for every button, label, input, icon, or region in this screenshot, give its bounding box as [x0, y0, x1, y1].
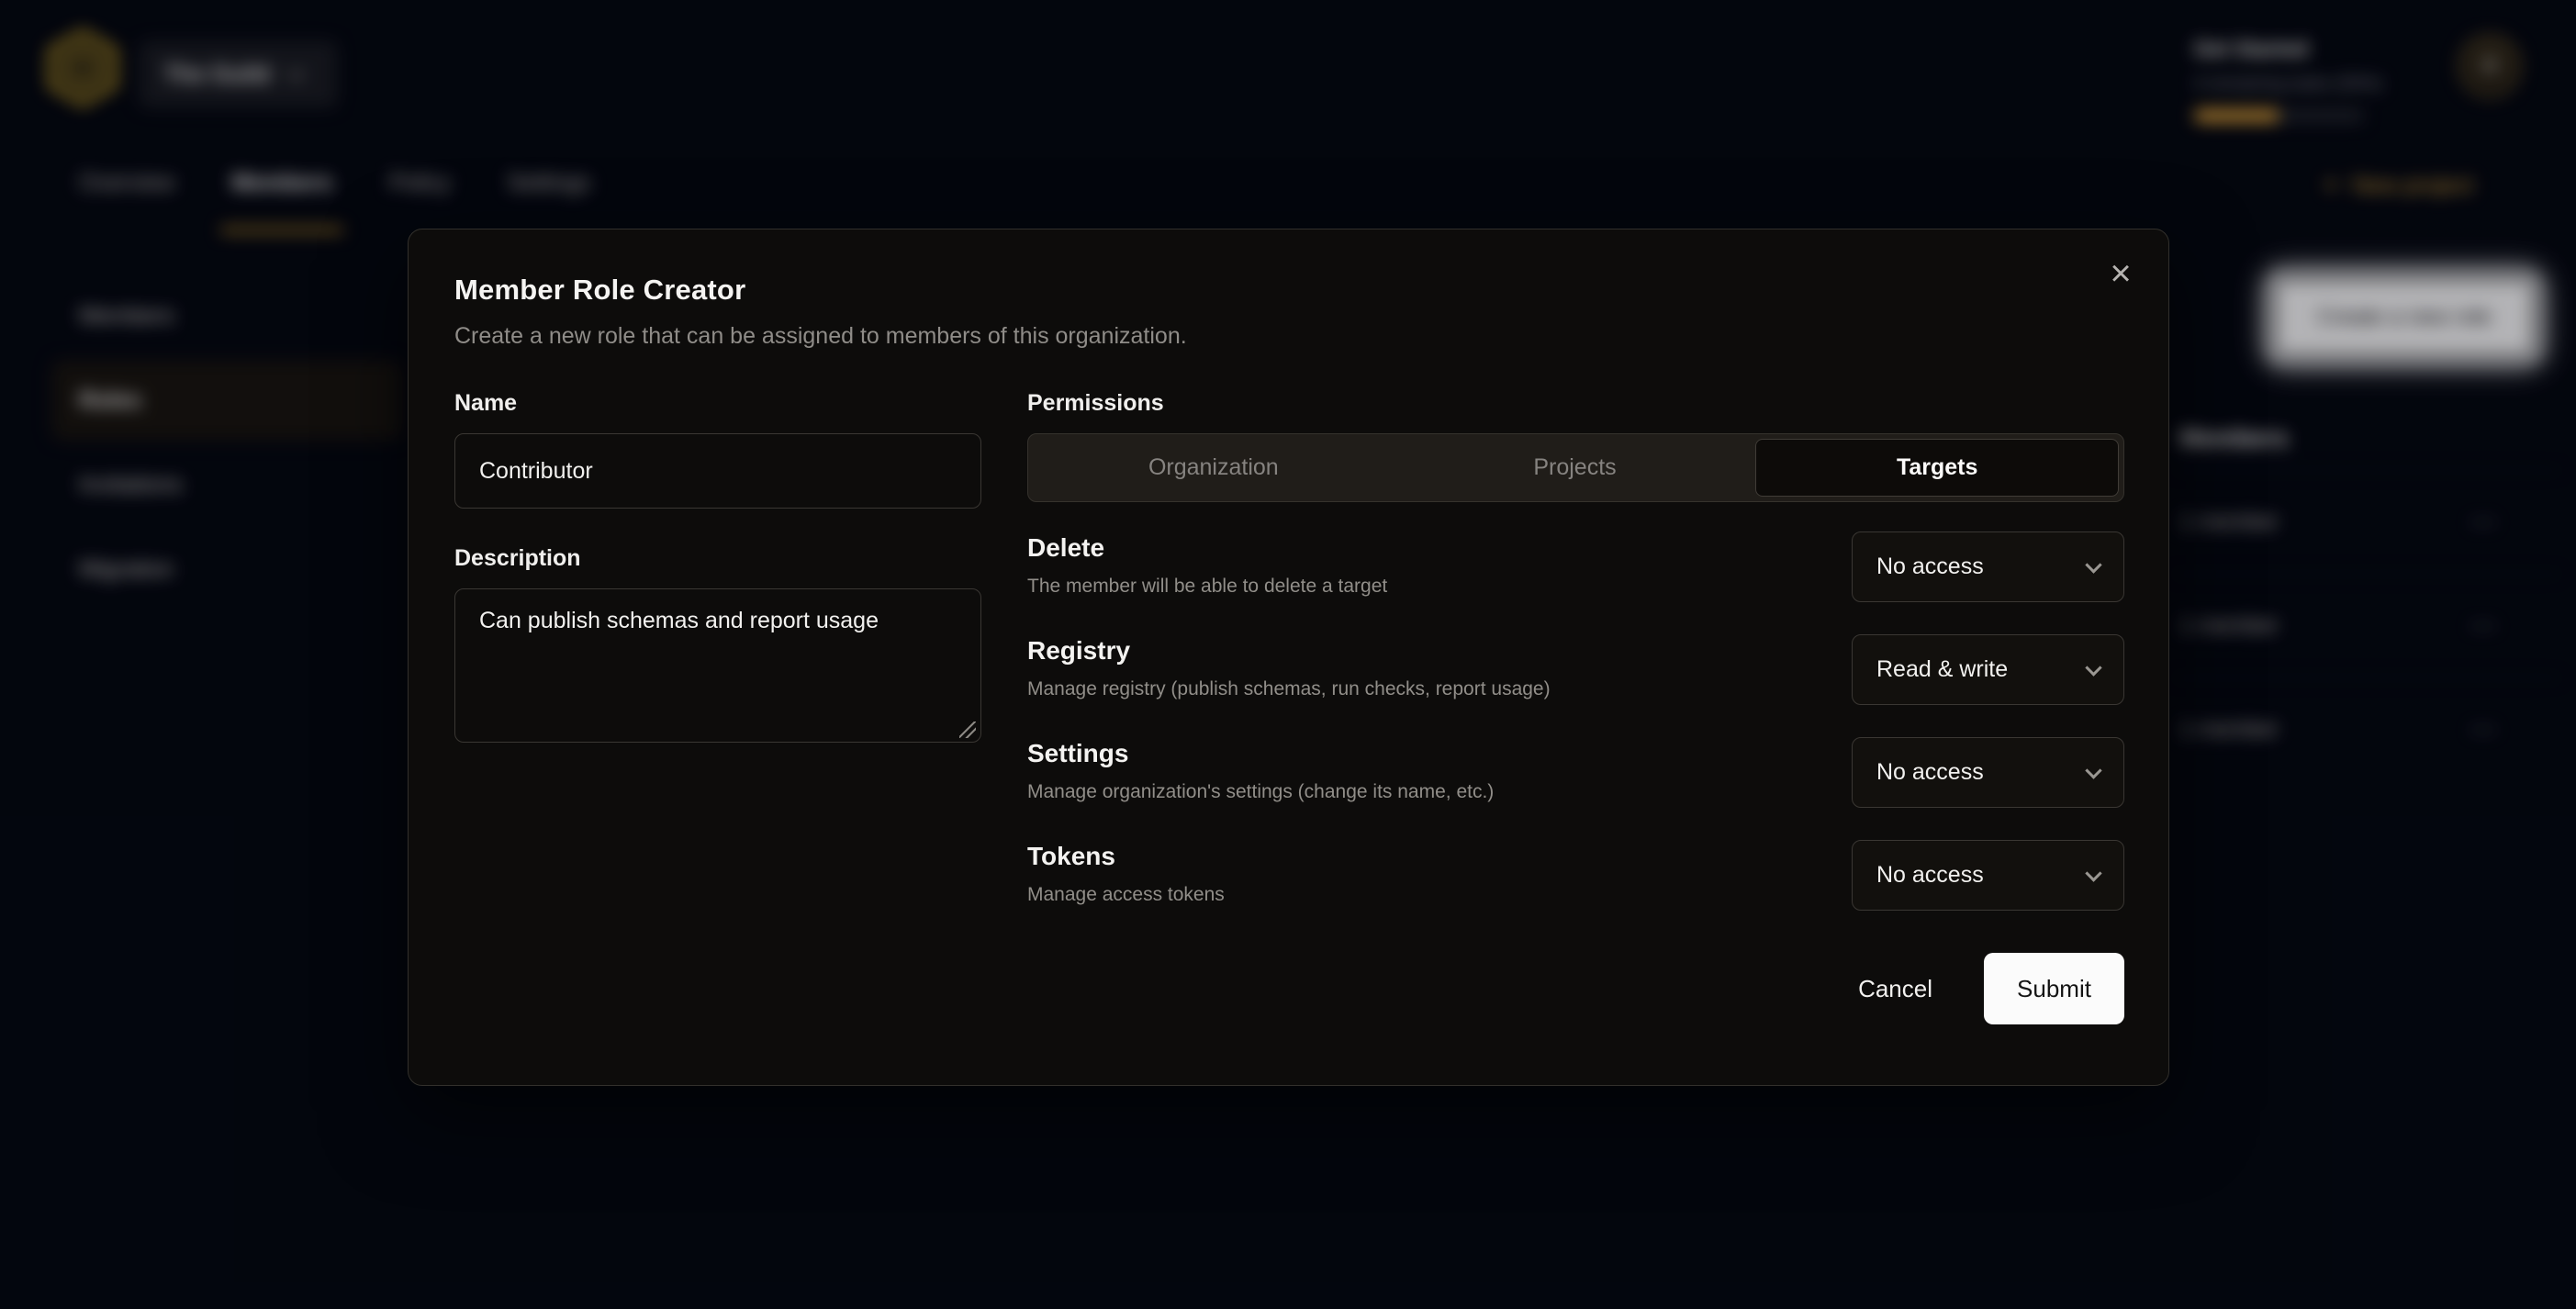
- role-name-input[interactable]: [454, 433, 981, 509]
- permission-title: Settings: [1027, 739, 1494, 768]
- delete-access-select[interactable]: No access: [1852, 531, 2124, 602]
- permissions-tab-projects[interactable]: Projects: [1394, 439, 1756, 497]
- member-role-creator-dialog: × Member Role Creator Create a new role …: [408, 229, 2169, 1086]
- description-label: Description: [454, 545, 981, 572]
- chevron-down-icon: [2085, 556, 2101, 573]
- permission-row-delete: Delete The member will be able to delete…: [1027, 531, 2124, 602]
- cancel-button[interactable]: Cancel: [1858, 975, 1932, 1003]
- registry-access-select[interactable]: Read & write: [1852, 634, 2124, 705]
- permission-description: Manage organization's settings (change i…: [1027, 781, 1494, 803]
- selected-value: Read & write: [1876, 656, 2008, 683]
- permission-row-settings: Settings Manage organization's settings …: [1027, 737, 2124, 808]
- permission-description: Manage registry (publish schemas, run ch…: [1027, 678, 1551, 700]
- name-label: Name: [454, 390, 981, 417]
- settings-access-select[interactable]: No access: [1852, 737, 2124, 808]
- permission-title: Registry: [1027, 636, 1551, 666]
- chevron-down-icon: [2085, 659, 2101, 676]
- selected-value: No access: [1876, 554, 1984, 580]
- role-description-textarea[interactable]: Can publish schemas and report usage: [454, 588, 981, 743]
- permission-description: Manage access tokens: [1027, 884, 1225, 906]
- permissions-tab-organization[interactable]: Organization: [1033, 439, 1394, 497]
- permissions-label: Permissions: [1027, 390, 2124, 417]
- permission-description: The member will be able to delete a targ…: [1027, 576, 1387, 598]
- permission-title: Tokens: [1027, 842, 1225, 871]
- permissions-tab-bar: Organization Projects Targets: [1027, 433, 2124, 502]
- dialog-subtitle: Create a new role that can be assigned t…: [454, 323, 2122, 350]
- permission-title: Delete: [1027, 533, 1387, 563]
- submit-button[interactable]: Submit: [1984, 953, 2124, 1024]
- tokens-access-select[interactable]: No access: [1852, 840, 2124, 911]
- permission-row-tokens: Tokens Manage access tokens No access: [1027, 840, 2124, 911]
- dialog-title: Member Role Creator: [454, 274, 2122, 307]
- close-icon[interactable]: ×: [2100, 253, 2141, 294]
- selected-value: No access: [1876, 759, 1984, 786]
- permission-row-registry: Registry Manage registry (publish schema…: [1027, 634, 2124, 705]
- chevron-down-icon: [2085, 762, 2101, 778]
- selected-value: No access: [1876, 862, 1984, 889]
- permissions-tab-targets[interactable]: Targets: [1755, 439, 2119, 497]
- chevron-down-icon: [2085, 865, 2101, 881]
